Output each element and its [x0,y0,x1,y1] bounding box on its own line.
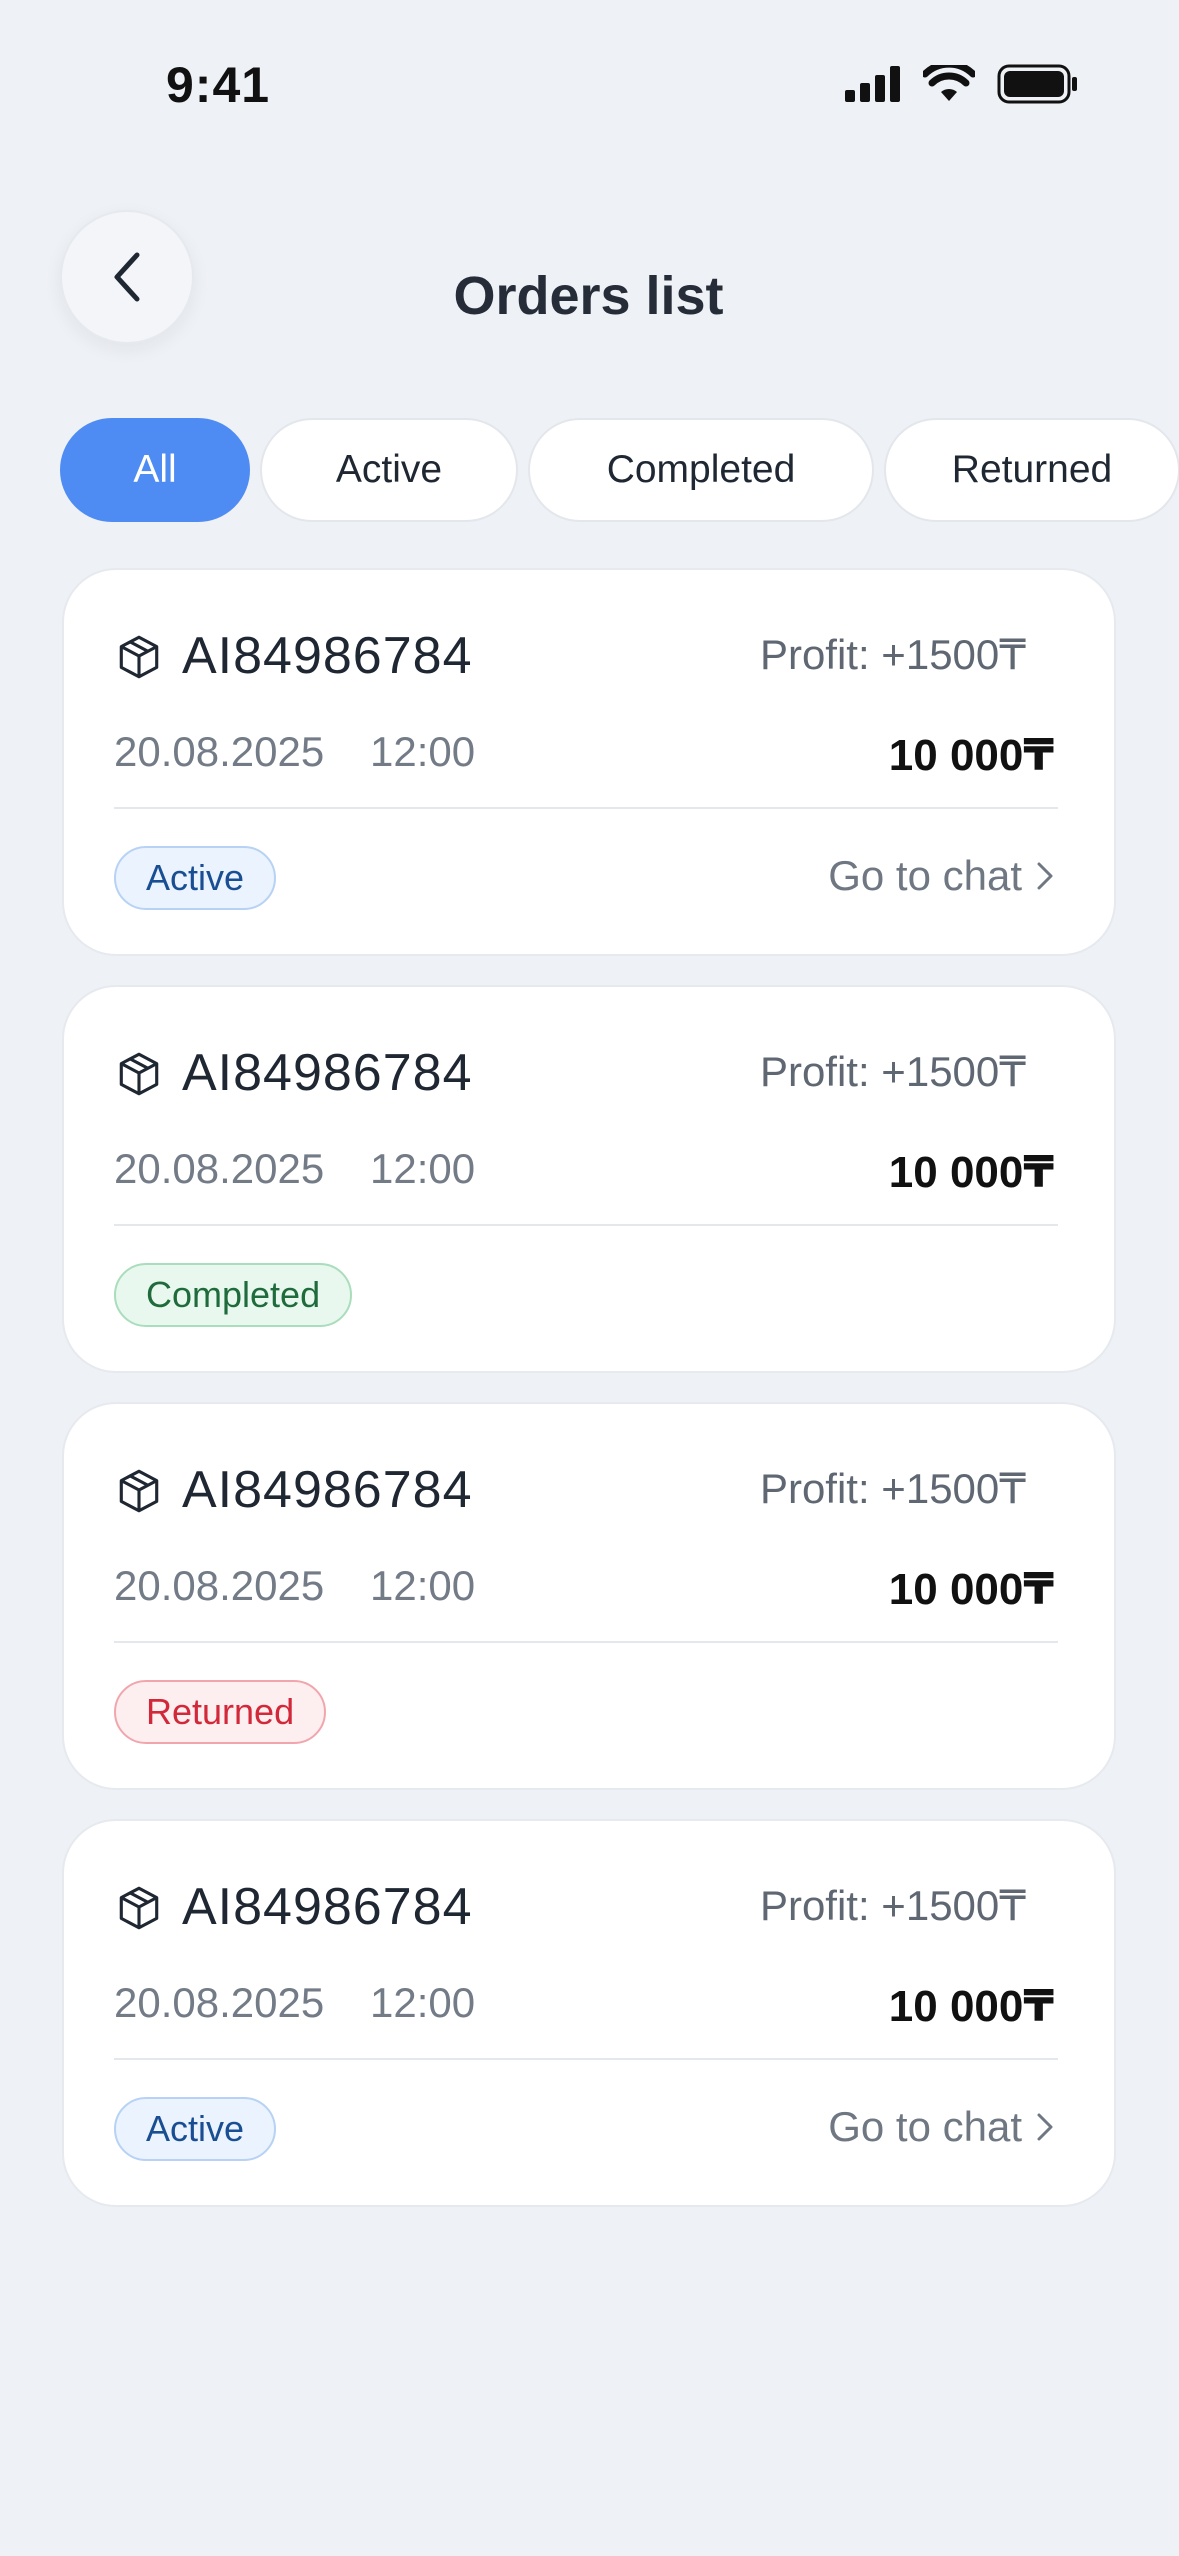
divider [114,807,1058,809]
order-card[interactable]: AI84986784 Profit: +1500₸ 20.08.2025 12:… [62,1402,1116,1790]
divider [114,1224,1058,1226]
order-card[interactable]: AI84986784 Profit: +1500₸ 20.08.2025 12:… [62,568,1116,956]
order-date: 20.08.2025 [114,728,325,775]
order-amount: 10 000₸ [888,731,1054,780]
cellular-signal-icon [845,66,900,102]
order-id: AI84986784 [182,1044,473,1102]
package-icon [119,635,159,679]
go-to-chat-label: Go to chat [828,852,1022,899]
order-profit: Profit: +1500₸ [759,1048,1026,1095]
order-id: AI84986784 [182,1461,473,1519]
go-to-chat-label: Go to chat [828,2103,1022,2150]
status-badge: Active [114,2097,277,2161]
order-amount: 10 000₸ [888,1982,1054,2031]
order-profit: Profit: +1500₸ [759,1465,1026,1512]
order-id: AI84986784 [182,627,473,685]
tab-all[interactable]: All [60,418,250,522]
order-profit: Profit: +1500₸ [759,1882,1026,1929]
chevron-right-icon [1037,2113,1053,2141]
filter-tabs: All Active Completed Returned [60,418,1179,522]
order-amount: 10 000₸ [888,1565,1054,1614]
status-badge: Active [114,846,277,910]
order-date: 20.08.2025 [114,1979,325,2026]
chevron-right-icon [1037,862,1053,890]
package-icon [119,1469,159,1513]
status-icons [845,64,1079,104]
wifi-icon [923,65,975,101]
battery-icon [997,64,1077,104]
tab-returned[interactable]: Returned [884,418,1179,522]
order-card[interactable]: AI84986784 Profit: +1500₸ 20.08.2025 12:… [62,1819,1116,2207]
divider [114,1641,1058,1643]
order-date: 20.08.2025 [114,1145,325,1192]
order-id: AI84986784 [182,1878,473,1936]
order-card[interactable]: AI84986784 Profit: +1500₸ 20.08.2025 12:… [62,985,1116,1373]
order-time: 12:00 [370,1562,476,1609]
order-time: 12:00 [370,1145,476,1192]
status-time: 9:41 [166,57,271,113]
package-icon [119,1886,159,1930]
order-profit: Profit: +1500₸ [759,631,1026,678]
go-to-chat-link[interactable]: Go to chat [828,2103,1054,2151]
order-time: 12:00 [370,1979,476,2026]
order-time: 12:00 [370,728,476,775]
order-date: 20.08.2025 [114,1562,325,1609]
status-bar: 9:41 [0,0,1179,150]
status-badge: Returned [114,1680,327,1744]
tab-active[interactable]: Active [260,418,518,522]
package-icon [119,1052,159,1096]
go-to-chat-link[interactable]: Go to chat [828,852,1054,900]
divider [114,2058,1058,2060]
status-badge: Completed [114,1263,353,1327]
tab-completed[interactable]: Completed [528,418,874,522]
order-amount: 10 000₸ [888,1148,1054,1197]
page-title: Orders list [453,266,724,326]
